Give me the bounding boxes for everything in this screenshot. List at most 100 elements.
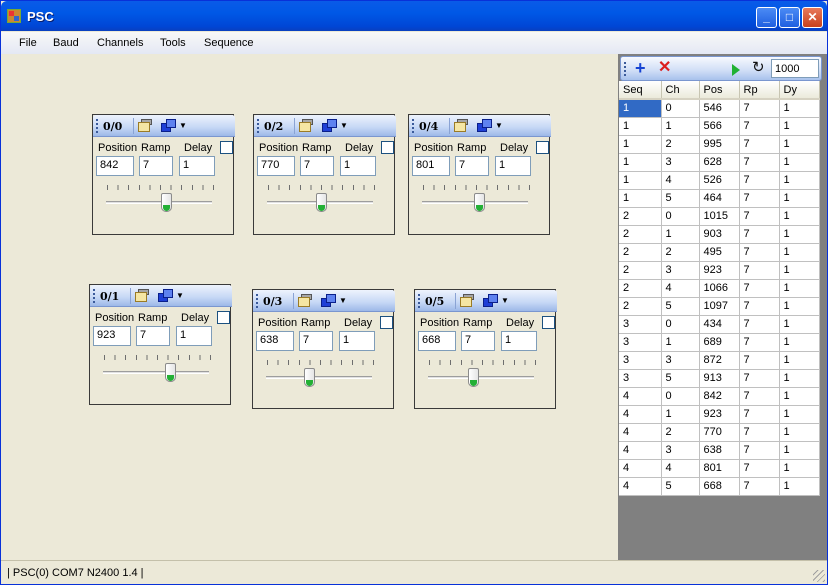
- table-cell[interactable]: 3: [619, 333, 662, 352]
- table-cell[interactable]: 2: [661, 243, 700, 262]
- toolbar-grip[interactable]: [256, 294, 259, 308]
- table-cell[interactable]: 1: [619, 153, 662, 172]
- slider-thumb[interactable]: [161, 193, 172, 212]
- minimize-button[interactable]: _: [756, 7, 777, 28]
- table-cell[interactable]: 923: [699, 405, 740, 424]
- table-cell[interactable]: 689: [699, 333, 740, 352]
- table-cell[interactable]: 1: [779, 243, 820, 262]
- table-cell[interactable]: 2: [619, 297, 662, 316]
- chevron-down-icon[interactable]: ▼: [501, 296, 509, 305]
- column-header[interactable]: Seq: [619, 81, 662, 100]
- table-cell[interactable]: 1: [779, 135, 820, 154]
- table-cell[interactable]: 7: [739, 153, 780, 172]
- table-cell[interactable]: 7: [739, 369, 780, 388]
- table-cell[interactable]: 4: [619, 459, 662, 478]
- table-cell[interactable]: 464: [699, 189, 740, 208]
- table-cell[interactable]: 1: [619, 171, 662, 190]
- windows-icon[interactable]: [477, 119, 493, 133]
- table-cell[interactable]: 3: [661, 153, 700, 172]
- table-row[interactable]: 3 1 689 7 1: [619, 333, 820, 352]
- table-cell[interactable]: 526: [699, 171, 740, 190]
- table-row[interactable]: 4 1 923 7 1: [619, 405, 820, 424]
- table-cell[interactable]: 4: [619, 477, 662, 496]
- table-cell[interactable]: 1: [619, 189, 662, 208]
- table-cell[interactable]: 1: [779, 423, 820, 442]
- table-cell[interactable]: 2: [661, 135, 700, 154]
- table-cell[interactable]: 668: [699, 477, 740, 496]
- delay-input[interactable]: 1: [339, 331, 375, 351]
- table-cell[interactable]: 7: [739, 423, 780, 442]
- table-cell[interactable]: 5: [661, 297, 700, 316]
- column-header[interactable]: Dy: [779, 81, 820, 100]
- table-cell[interactable]: 546: [699, 99, 740, 118]
- table-cell[interactable]: 7: [739, 243, 780, 262]
- play-icon[interactable]: [732, 64, 740, 76]
- column-header[interactable]: Rp: [739, 81, 780, 100]
- properties-icon[interactable]: [459, 294, 475, 308]
- table-cell[interactable]: 1: [779, 189, 820, 208]
- position-input[interactable]: 801: [412, 156, 450, 176]
- delete-step-button[interactable]: ✕: [658, 59, 671, 77]
- table-cell[interactable]: 1: [779, 333, 820, 352]
- properties-icon[interactable]: [137, 119, 153, 133]
- table-cell[interactable]: 770: [699, 423, 740, 442]
- channel-checkbox[interactable]: [220, 141, 233, 154]
- channel-checkbox[interactable]: [542, 316, 555, 329]
- table-cell[interactable]: 3: [661, 441, 700, 460]
- table-row[interactable]: 4 5 668 7 1: [619, 477, 820, 496]
- table-cell[interactable]: 0: [661, 315, 700, 334]
- position-input[interactable]: 923: [93, 326, 131, 346]
- chevron-down-icon[interactable]: ▼: [179, 121, 187, 130]
- table-row[interactable]: 1 5 464 7 1: [619, 189, 820, 208]
- table-row[interactable]: 1 0 546 7 1: [619, 99, 820, 118]
- ramp-input[interactable]: 7: [136, 326, 170, 346]
- windows-icon[interactable]: [322, 119, 338, 133]
- table-cell[interactable]: 913: [699, 369, 740, 388]
- table-cell[interactable]: 2: [619, 243, 662, 262]
- loop-icon[interactable]: ↻: [752, 59, 765, 77]
- table-cell[interactable]: 7: [739, 387, 780, 406]
- table-cell[interactable]: 7: [739, 261, 780, 280]
- column-header[interactable]: Ch: [661, 81, 700, 100]
- windows-icon[interactable]: [483, 294, 499, 308]
- delay-input[interactable]: 1: [179, 156, 215, 176]
- column-header[interactable]: Pos: [699, 81, 740, 100]
- menu-baud[interactable]: Baud: [53, 37, 79, 49]
- chevron-down-icon[interactable]: ▼: [339, 296, 347, 305]
- table-row[interactable]: 1 2 995 7 1: [619, 135, 820, 154]
- table-cell[interactable]: 7: [739, 279, 780, 298]
- table-cell[interactable]: 3: [661, 261, 700, 280]
- table-row[interactable]: 2 5 1097 7 1: [619, 297, 820, 316]
- table-cell[interactable]: 4: [661, 459, 700, 478]
- table-cell[interactable]: 7: [739, 189, 780, 208]
- table-cell[interactable]: 7: [739, 207, 780, 226]
- table-row[interactable]: 4 2 770 7 1: [619, 423, 820, 442]
- speed-input[interactable]: [771, 59, 819, 78]
- properties-icon[interactable]: [297, 294, 313, 308]
- toolbar-grip[interactable]: [418, 294, 421, 308]
- table-cell[interactable]: 923: [699, 261, 740, 280]
- table-cell[interactable]: 7: [739, 117, 780, 136]
- table-cell[interactable]: 1: [779, 369, 820, 388]
- menu-channels[interactable]: Channels: [97, 37, 143, 49]
- table-cell[interactable]: 1: [619, 135, 662, 154]
- table-cell[interactable]: 1: [779, 117, 820, 136]
- table-cell[interactable]: 4: [619, 441, 662, 460]
- windows-icon[interactable]: [158, 289, 174, 303]
- title-bar[interactable]: PSC _ □ ✕: [1, 1, 827, 31]
- table-cell[interactable]: 1: [779, 279, 820, 298]
- toolbar-grip[interactable]: [93, 289, 96, 303]
- table-cell[interactable]: 995: [699, 135, 740, 154]
- menu-file[interactable]: File: [19, 37, 37, 49]
- table-cell[interactable]: 7: [739, 135, 780, 154]
- table-cell[interactable]: 3: [661, 351, 700, 370]
- table-cell[interactable]: 1: [661, 405, 700, 424]
- menu-sequence[interactable]: Sequence: [204, 37, 254, 49]
- table-cell[interactable]: 1: [779, 225, 820, 244]
- table-cell[interactable]: 7: [739, 297, 780, 316]
- table-cell[interactable]: 3: [619, 315, 662, 334]
- slider-track[interactable]: [266, 376, 372, 379]
- table-cell[interactable]: 628: [699, 153, 740, 172]
- toolbar-grip[interactable]: [257, 119, 260, 133]
- table-row[interactable]: 1 3 628 7 1: [619, 153, 820, 172]
